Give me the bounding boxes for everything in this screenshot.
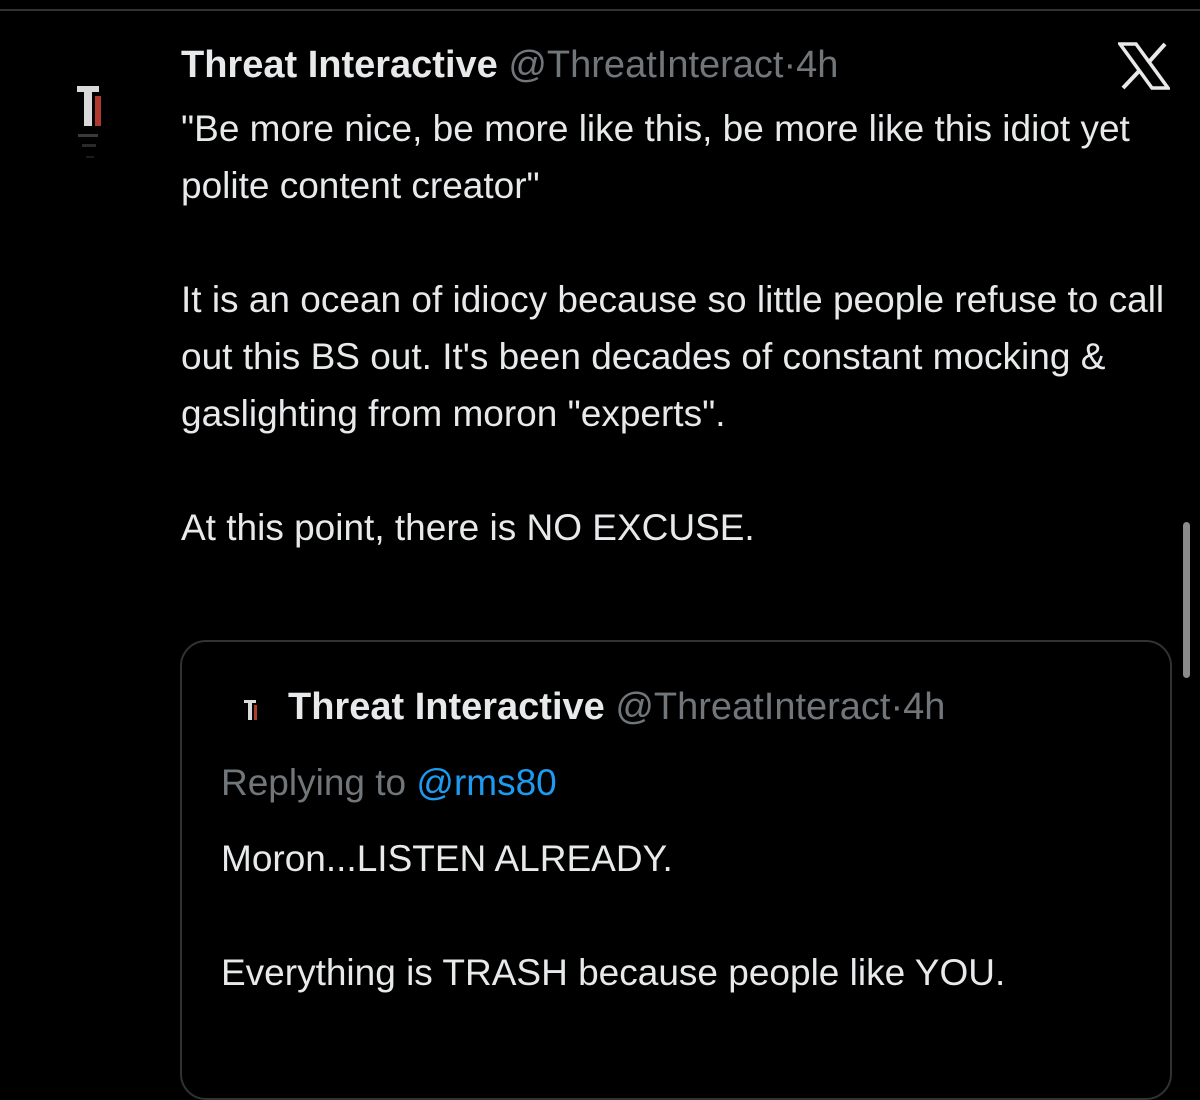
threat-interactive-logo-icon [244,700,257,720]
scrollbar[interactable] [1183,522,1190,678]
quoted-separator-dot: · [890,686,904,728]
top-divider [0,9,1200,11]
quoted-handle[interactable]: @ThreatInteract [615,686,890,728]
replying-to-label: Replying to [221,762,417,803]
tweet-header: Threat Interactive @ThreatInteract·4h [181,40,838,90]
quoted-tweet-text: Moron...LISTEN ALREADY. Everything is TR… [221,838,1006,993]
quoted-tweet-header: Threat Interactive @ThreatInteract·4h [288,682,945,732]
display-name[interactable]: Threat Interactive [181,44,498,86]
separator-dot: · [783,44,797,86]
quoted-display-name[interactable]: Threat Interactive [288,686,605,728]
handle[interactable]: @ThreatInteract [508,44,783,86]
timestamp[interactable]: 4h [796,44,838,86]
quoted-avatar [244,700,257,720]
tweet-text: "Be more nice, be more like this, be mor… [181,108,1165,548]
x-logo-icon[interactable] [1118,42,1170,90]
mention-link[interactable]: @rms80 [416,762,556,803]
quoted-timestamp[interactable]: 4h [903,686,945,728]
threat-interactive-logo-icon [77,86,101,158]
replying-to: Replying to @rms80 [221,758,557,808]
avatar[interactable] [72,82,108,172]
